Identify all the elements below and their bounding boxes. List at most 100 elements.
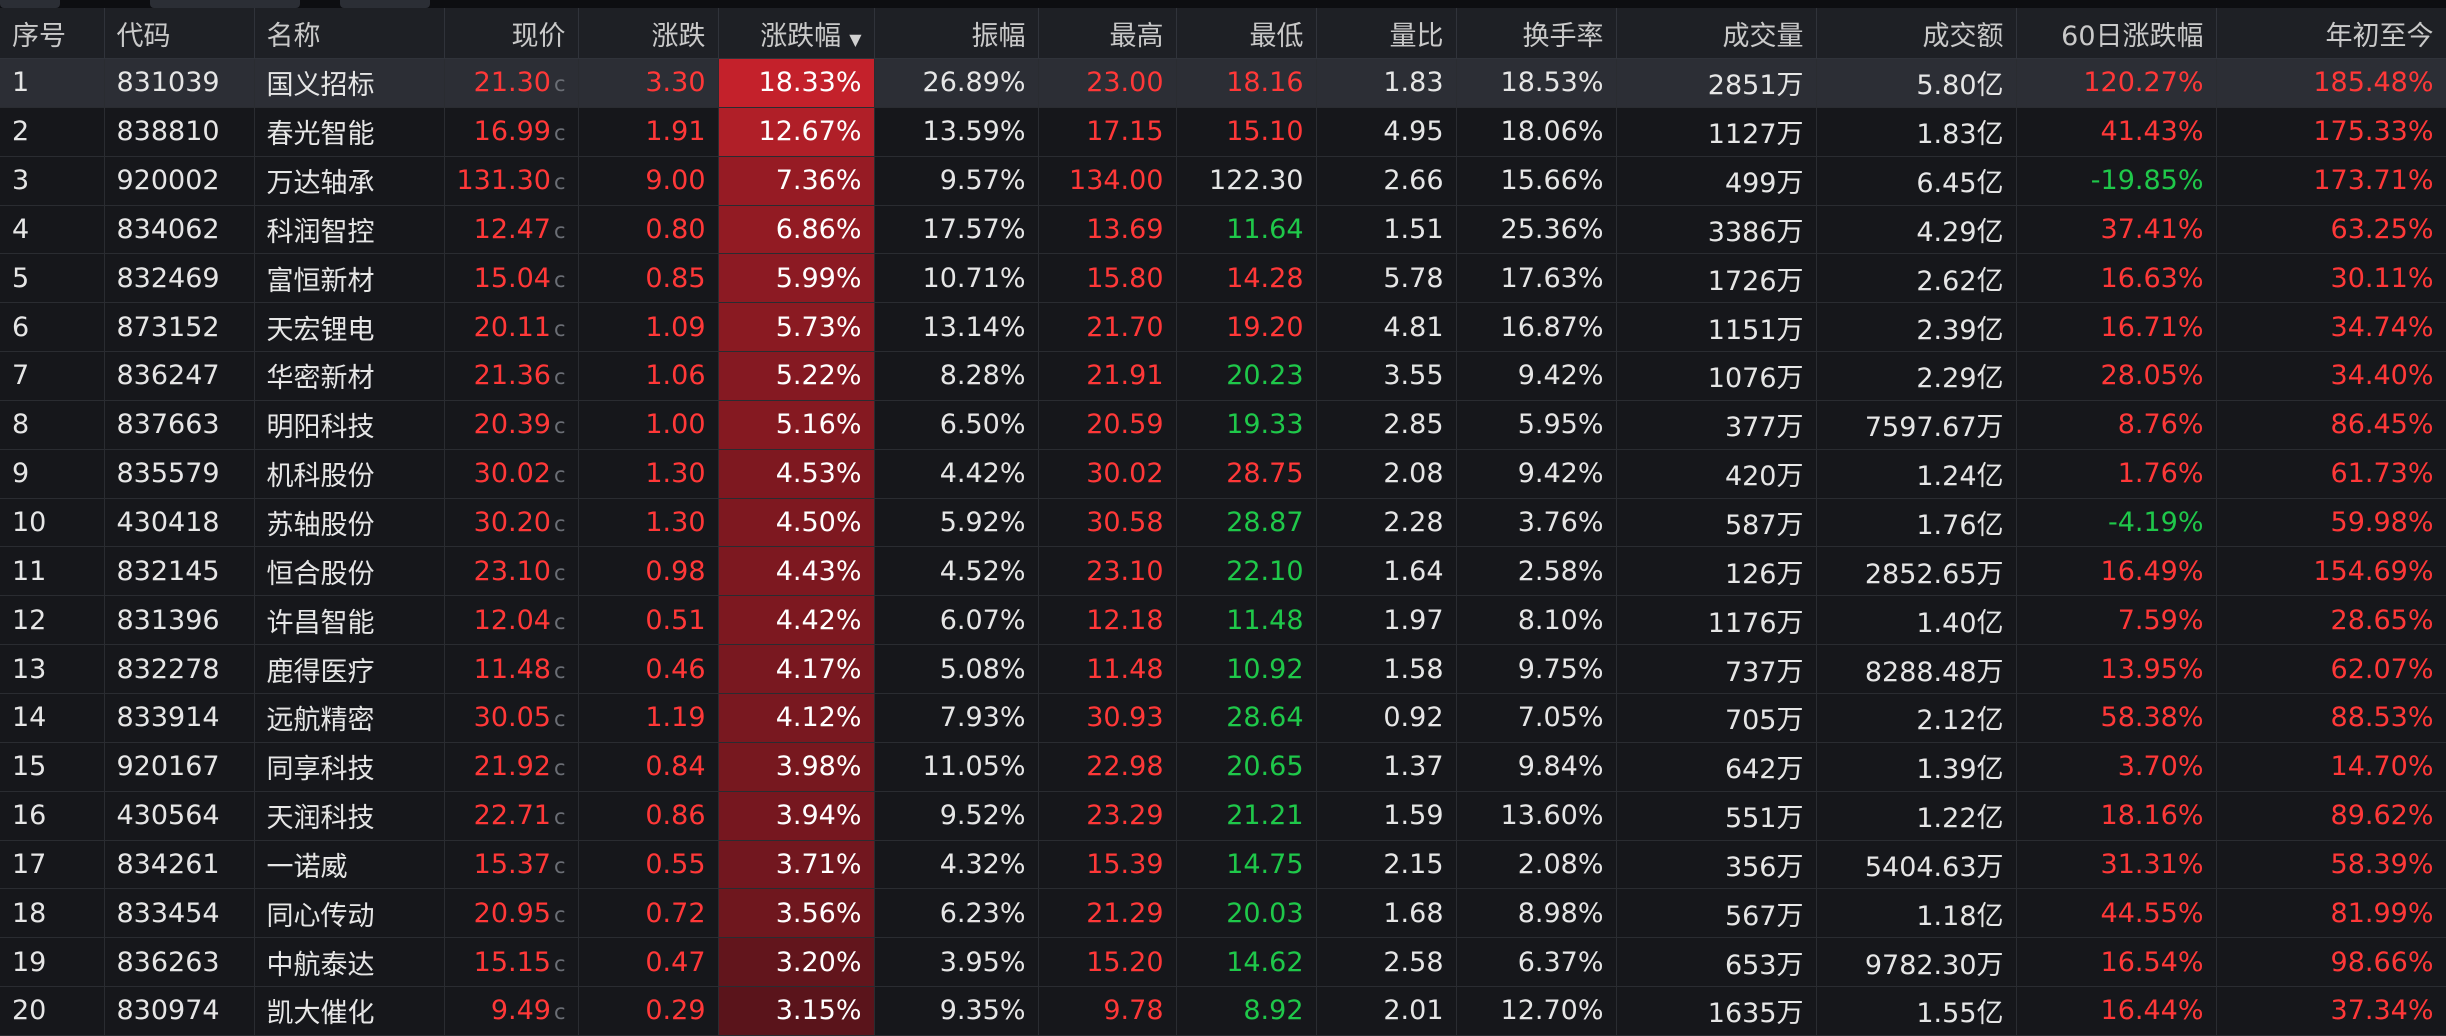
cell-d60: 120.27% [2016,58,2217,108]
cell-turnover: 17.63% [1456,253,1617,304]
cell-price: 20.11 c [444,302,579,353]
cell-change: 0.85 [578,253,719,304]
cell-turnover: 2.08% [1456,840,1617,890]
header-d60[interactable]: 60日涨跌幅 [2016,8,2217,59]
cell-high-value: 15.39 [1086,848,1164,880]
cell-amount: 1.39亿 [1816,742,2017,792]
cell-pct: 12.67% [718,107,875,157]
header-ytd[interactable]: 年初至今 [2216,8,2446,59]
table-row[interactable]: 7 836247 华密新材 21.36 c 1.06 5.22% 8.28% 21.91 20.2… [0,351,2446,401]
cell-pct: 4.12% [718,693,875,743]
cell-seq: 17 [0,840,105,890]
cell-amount: 4.29亿 [1816,205,2017,255]
header-seq[interactable]: 序号 [0,8,105,59]
cell-amount: 2.39亿 [1816,302,2017,353]
table-row[interactable]: 3 920002 万达轴承 131.30 c 9.00 7.36% 9.57% 134.00 12… [0,156,2446,206]
table-row[interactable]: 18 833454 同心传动 20.95 c 0.72 3.56% 6.23% 21.29 20.… [0,888,2446,939]
cell-code: 832469 [104,253,255,304]
table-row[interactable]: 10 430418 苏轴股份 30.20 c 1.30 4.50% 5.92% 30.58 28.… [0,498,2446,548]
header-vr[interactable]: 量比 [1316,8,1457,59]
cell-volume: 356万 [1616,840,1817,890]
cell-price-value: 21.30 [473,67,551,99]
cell-change-value: 1.30 [645,507,706,539]
table-row[interactable]: 12 831396 许昌智能 12.04 c 0.51 4.42% 6.07% 12.18 11.… [0,595,2446,646]
cell-change: 1.30 [578,498,719,548]
table-row[interactable]: 19 836263 中航泰达 15.15 c 0.47 3.20% 3.95% 15.20 14.… [0,937,2446,988]
header-price[interactable]: 现价 [444,8,579,59]
top-tab[interactable] [0,0,60,8]
top-tab[interactable] [150,0,300,8]
cell-high-value: 23.29 [1086,800,1164,832]
table-row[interactable]: 5 832469 富恒新材 15.04 c 0.85 5.99% 10.71% 15.80 14.… [0,253,2446,304]
cell-amp-value: 5.08% [939,653,1026,685]
header-volume[interactable]: 成交量 [1616,8,1817,59]
header-code[interactable]: 代码 [104,8,255,59]
cell-name: 恒合股份 [254,546,445,597]
cell-turnover: 13.60% [1456,791,1617,841]
cell-high-value: 30.58 [1086,507,1164,539]
table-row[interactable]: 9 835579 机科股份 30.02 c 1.30 4.53% 4.42% 30.02 28.7… [0,449,2446,499]
cell-d60-value: 28.05% [2100,360,2204,392]
cell-volume-value: 1176万 [1707,607,1804,639]
cell-d60-value: 31.31% [2100,848,2204,880]
header-low[interactable]: 最低 [1176,8,1317,59]
cell-low: 18.16 [1176,58,1317,108]
cell-high: 13.69 [1038,205,1177,255]
cell-turnover: 18.06% [1456,107,1617,157]
table-row[interactable]: 15 920167 同享科技 21.92 c 0.84 3.98% 11.05% 22.98 20… [0,742,2446,792]
table-row[interactable]: 1 831039 国义招标 21.30 c 3.30 18.33% 26.89% 23.00 18… [0,58,2446,108]
cell-amount-value: 1.18亿 [1916,900,2004,932]
header-amp[interactable]: 振幅 [874,8,1039,59]
cell-turnover-value: 13.60% [1500,800,1604,832]
cell-amp: 4.32% [874,840,1039,890]
top-tab[interactable] [340,0,430,8]
cell-amp: 3.95% [874,937,1039,988]
cell-amp: 11.05% [874,742,1039,792]
table-row[interactable]: 16 430564 天润科技 22.71 c 0.86 3.94% 9.52% 23.29 21.… [0,791,2446,841]
header-pct-sorted[interactable]: 涨跌幅 ▼ [718,8,875,59]
cell-change-value: 1.06 [645,360,706,392]
cell-change-value: 1.00 [645,409,706,441]
cell-high: 21.91 [1038,351,1177,401]
cell-vr-value: 2.85 [1383,409,1444,441]
cell-ytd-value: 63.25% [2330,213,2434,245]
cell-change: 0.47 [578,937,719,988]
cell-amount-value: 9782.30万 [1864,949,2004,981]
cell-ytd: 173.71% [2216,156,2446,206]
table-row[interactable]: 4 834062 科润智控 12.47 c 0.80 6.86% 17.57% 13.69 11.… [0,205,2446,255]
header-amount[interactable]: 成交额 [1816,8,2017,59]
cell-pct-value: 4.43% [775,555,862,587]
cell-amount: 1.22亿 [1816,791,2017,841]
cell-high-value: 21.29 [1086,897,1164,929]
cell-amp: 5.08% [874,644,1039,694]
cell-d60: -19.85% [2016,156,2217,206]
cell-turnover-value: 9.42% [1517,360,1604,392]
cell-price: 12.47 c [444,205,579,255]
table-row[interactable]: 11 832145 恒合股份 23.10 c 0.98 4.43% 4.52% 23.10 22.… [0,546,2446,597]
price-suffix-mark: c [553,902,566,927]
table-row[interactable]: 17 834261 一诺威 15.37 c 0.55 3.71% 4.32% 15.39 14.7… [0,840,2446,890]
header-turnover[interactable]: 换手率 [1456,8,1617,59]
table-row[interactable]: 2 838810 春光智能 16.99 c 1.91 12.67% 13.59% 17.15 15… [0,107,2446,157]
cell-low-value: 20.65 [1226,751,1304,783]
cell-price: 23.10 c [444,546,579,597]
cell-name-value: 一诺威 [266,851,348,883]
table-row[interactable]: 20 830974 凯大催化 9.49 c 0.29 3.15% 9.35% 9.78 8.92 2… [0,986,2446,1036]
cell-price-value: 9.49 [490,995,551,1027]
header-change[interactable]: 涨跌 [578,8,719,59]
cell-d60-value: 13.95% [2100,653,2204,685]
table-row[interactable]: 6 873152 天宏锂电 20.11 c 1.09 5.73% 13.14% 21.70 19.… [0,302,2446,353]
price-suffix-mark: c [553,72,566,97]
cell-amount: 2.62亿 [1816,253,2017,304]
cell-change: 0.86 [578,791,719,841]
cell-name-value: 同心传动 [266,900,375,932]
table-row[interactable]: 13 832278 鹿得医疗 11.48 c 0.46 4.17% 5.08% 11.48 10.… [0,644,2446,694]
table-row[interactable]: 14 833914 远航精密 30.05 c 1.19 4.12% 7.93% 30.93 28.… [0,693,2446,743]
cell-turnover: 6.37% [1456,937,1617,988]
table-row[interactable]: 8 837663 明阳科技 20.39 c 1.00 5.16% 6.50% 20.59 19.3… [0,400,2446,450]
header-high[interactable]: 最高 [1038,8,1177,59]
cell-volume-value: 356万 [1724,851,1804,883]
cell-amp-value: 4.32% [939,848,1026,880]
header-name[interactable]: 名称 [254,8,445,59]
cell-name-value: 凯大催化 [266,998,375,1030]
